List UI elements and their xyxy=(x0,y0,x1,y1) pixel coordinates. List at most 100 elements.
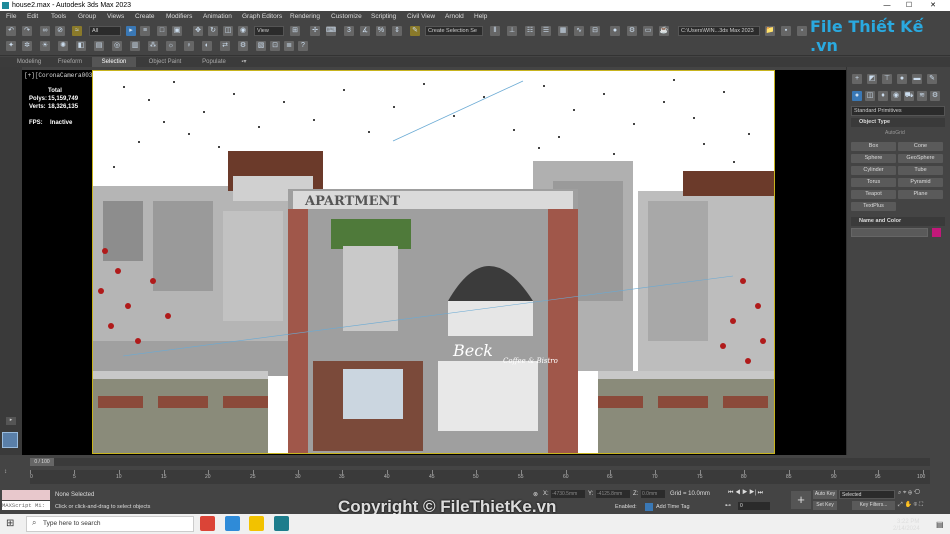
tab-populate[interactable]: Populate xyxy=(194,57,234,67)
settings-icon[interactable]: ⚙ xyxy=(238,41,248,51)
notification-icon[interactable]: ▤ xyxy=(936,520,944,529)
key-set-dropdown[interactable]: Selected xyxy=(839,490,895,499)
snaps-toggle-icon[interactable]: 3 xyxy=(344,26,354,36)
shapes-icon[interactable]: ◫ xyxy=(865,91,875,101)
key-mode-icon[interactable]: ⊷ xyxy=(725,502,731,509)
menu-graph-editors[interactable]: Graph Editors xyxy=(242,11,282,22)
set-key-button[interactable]: Set Key xyxy=(813,501,837,510)
time-slider[interactable] xyxy=(30,458,930,466)
select-manipulate-icon[interactable]: ✢ xyxy=(310,26,320,36)
menu-file[interactable]: File xyxy=(6,11,16,22)
menu-tools[interactable]: Tools xyxy=(51,11,66,22)
geosphere-button[interactable]: GeoSphere xyxy=(898,154,943,163)
menu-civil-view[interactable]: Civil View xyxy=(407,11,435,22)
redo-icon[interactable]: ↷ xyxy=(22,26,32,36)
set-key-icon[interactable]: + xyxy=(791,491,811,509)
proxy-icon[interactable]: ▥ xyxy=(130,41,140,51)
light-icon[interactable]: ☼ xyxy=(166,41,176,51)
systems-icon[interactable]: ⚙ xyxy=(930,91,940,101)
windows-start-icon[interactable]: ⊞ xyxy=(6,518,14,529)
viewport-layout-tab[interactable] xyxy=(2,432,18,448)
helpers-icon[interactable]: ⛟ xyxy=(904,91,914,101)
spinner-snap-icon[interactable]: ⇕ xyxy=(392,26,402,36)
tab-object-paint[interactable]: Object Paint xyxy=(140,57,190,67)
cameras-icon[interactable]: ◉ xyxy=(891,91,901,101)
angle-snap-icon[interactable]: ∡ xyxy=(360,26,370,36)
bulb-icon[interactable]: ♀ xyxy=(184,41,194,51)
lightbulb-icon[interactable]: ☀ xyxy=(40,41,50,51)
sun-icon[interactable]: ✺ xyxy=(58,41,68,51)
undo-icon[interactable]: ↶ xyxy=(6,26,16,36)
plane-button[interactable]: Plane xyxy=(898,190,943,199)
cylinder-button[interactable]: Cylinder xyxy=(851,166,896,175)
create-tab-icon[interactable]: + xyxy=(852,74,862,84)
torus-button[interactable]: Torus xyxy=(851,178,896,187)
playback-controls[interactable]: ⏮ ◀ ▶ ▶| ⏭ xyxy=(728,490,763,497)
keyboard-shortcut-icon[interactable]: ⌨ xyxy=(326,26,336,36)
menu-rendering[interactable]: Rendering xyxy=(290,11,320,22)
viewport-layout-icon[interactable]: ▸ xyxy=(6,417,16,425)
star-icon[interactable]: ✲ xyxy=(22,41,32,51)
tab-freeform[interactable]: Freeform xyxy=(52,57,88,67)
rendered-frame-window-icon[interactable]: ▭ xyxy=(643,26,653,36)
render-region-icon[interactable]: ▤ xyxy=(94,41,104,51)
scatter-icon[interactable]: ⁂ xyxy=(148,41,158,51)
close-icon[interactable]: ✕ xyxy=(926,0,940,11)
reference-coordinate-dropdown[interactable]: View xyxy=(254,26,284,36)
link-icon[interactable]: ∞ xyxy=(40,26,50,36)
maximize-icon[interactable]: ☐ xyxy=(902,0,916,11)
current-frame-field[interactable]: 0 xyxy=(738,502,770,510)
render-icon[interactable]: ☕ xyxy=(659,26,669,36)
bind-space-warp-icon[interactable]: ≈ xyxy=(72,26,82,36)
space-warps-icon[interactable]: ≋ xyxy=(917,91,927,101)
percent-snap-icon[interactable]: % xyxy=(376,26,386,36)
list-icon[interactable]: ≣ xyxy=(284,41,294,51)
lights-icon[interactable]: ♦ xyxy=(878,91,888,101)
track-bar[interactable]: 0 5 10 15 20 25 30 35 40 45 50 55 60 65 … xyxy=(30,470,930,484)
window-crossing-icon[interactable]: ▣ xyxy=(172,26,182,36)
frame-buffer-icon[interactable]: ⊡ xyxy=(270,41,280,51)
place-icon[interactable]: ◉ xyxy=(238,26,248,36)
mini-curve-icon[interactable]: ↕ xyxy=(4,469,7,475)
select-by-name-icon[interactable]: ≡ xyxy=(140,26,150,36)
object-color-swatch[interactable] xyxy=(932,228,941,237)
maxscript-listener[interactable] xyxy=(2,490,50,500)
utilities-tab-icon[interactable]: ✎ xyxy=(927,74,937,84)
image-icon[interactable]: ▧ xyxy=(256,41,266,51)
layer-explorer-icon[interactable]: ☰ xyxy=(541,26,551,36)
named-selection-set-dropdown[interactable]: Create Selection Se xyxy=(425,26,483,36)
z-coordinate-field[interactable]: 0.0mm xyxy=(641,490,665,498)
menu-animation[interactable]: Animation xyxy=(203,11,232,22)
scene-explorer-icon[interactable]: ☷ xyxy=(525,26,535,36)
menu-create[interactable]: Create xyxy=(135,11,155,22)
select-object-icon[interactable]: ▸ xyxy=(126,26,136,36)
rotate-icon[interactable]: ↻ xyxy=(208,26,218,36)
help-icon[interactable]: ? xyxy=(298,41,308,51)
move-icon[interactable]: ✥ xyxy=(193,26,203,36)
corona-icon[interactable]: ◎ xyxy=(112,41,122,51)
menu-customize[interactable]: Customize xyxy=(331,11,362,22)
pyramid-button[interactable]: Pyramid xyxy=(898,178,943,187)
unlink-icon[interactable]: ⊘ xyxy=(55,26,65,36)
tab-modeling[interactable]: Modeling xyxy=(10,57,48,67)
mirror-icon[interactable]: ⫴ xyxy=(490,26,500,36)
auto-key-button[interactable]: Auto Key xyxy=(813,490,837,499)
tube-button[interactable]: Tube xyxy=(898,166,943,175)
render-setup-icon[interactable]: ⚙ xyxy=(627,26,637,36)
textplus-button[interactable]: TextPlus xyxy=(851,202,896,211)
motion-tab-icon[interactable]: ● xyxy=(897,74,907,84)
viewport-nav-icons-2[interactable]: ⤢ ✋ ⌾ ⛶ xyxy=(898,501,923,509)
tab-selection[interactable]: Selection xyxy=(92,57,136,67)
curve-editor-icon[interactable]: ∿ xyxy=(574,26,584,36)
box-button[interactable]: Box xyxy=(851,142,896,151)
menu-arnold[interactable]: Arnold xyxy=(445,11,464,22)
zalo-icon[interactable] xyxy=(225,516,240,531)
save-icon[interactable]: ▪ xyxy=(781,26,791,36)
menu-group[interactable]: Group xyxy=(78,11,96,22)
modify-tab-icon[interactable]: ◩ xyxy=(867,74,877,84)
align-icon[interactable]: ⊥ xyxy=(507,26,517,36)
display-tab-icon[interactable]: ▬ xyxy=(912,74,922,84)
toggle-ribbon-icon[interactable]: ▦ xyxy=(558,26,568,36)
hierarchy-tab-icon[interactable]: ⊤ xyxy=(882,74,892,84)
schematic-view-icon[interactable]: ⊟ xyxy=(590,26,600,36)
